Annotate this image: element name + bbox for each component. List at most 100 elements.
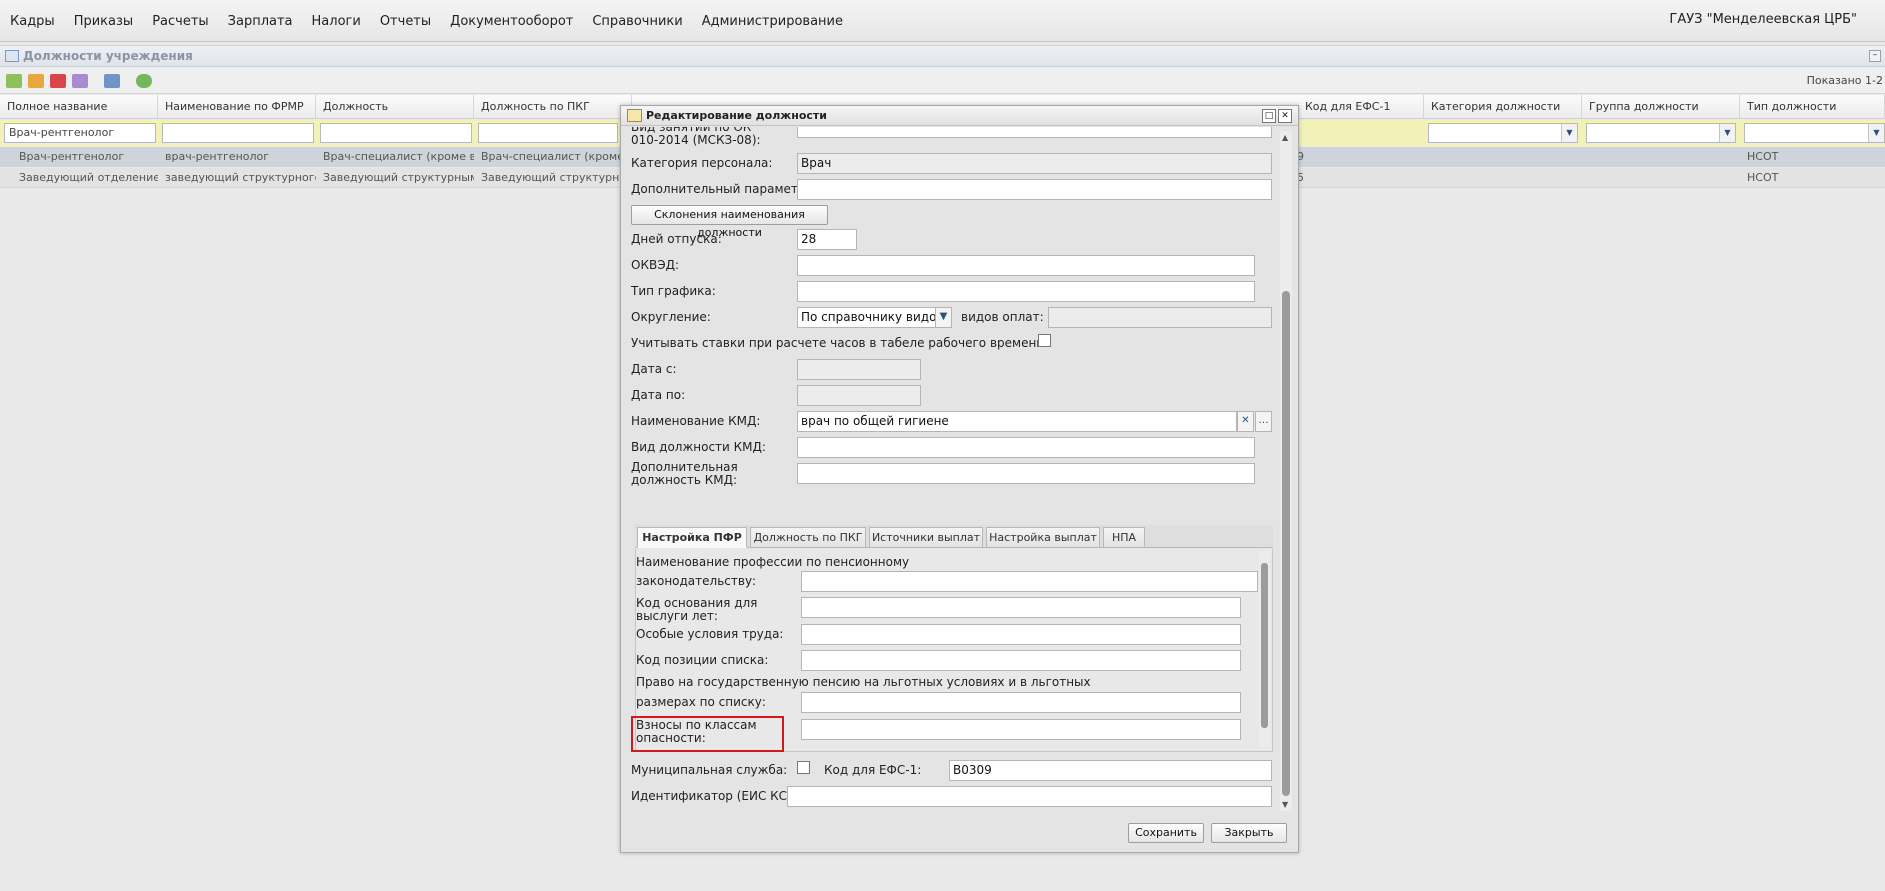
profession-field[interactable]: [801, 571, 1258, 592]
close-button[interactable]: Закрыть: [1211, 823, 1287, 843]
menu-item-raschety[interactable]: Расчеты: [145, 14, 215, 29]
column-header[interactable]: Наименование по ФРМР: [158, 95, 316, 119]
tab-payment-sources[interactable]: Источники выплат: [869, 527, 983, 548]
declension-button[interactable]: Склонения наименования должности: [631, 205, 828, 239]
okved-field[interactable]: …: [797, 255, 1255, 276]
ellipsis-icon[interactable]: …: [1240, 624, 1241, 645]
cell-type: НСОТ: [1747, 171, 1779, 184]
kmd-name-field[interactable]: врач по общей гигиене: [797, 411, 1237, 432]
column-header[interactable]: Категория должности: [1424, 95, 1582, 119]
hazard-class-field[interactable]: …: [801, 719, 1241, 740]
menu-item-otchety[interactable]: Отчеты: [373, 14, 438, 29]
date-from-field[interactable]: [797, 359, 921, 380]
ellipsis-icon[interactable]: …: [1240, 597, 1241, 618]
maximize-icon[interactable]: □: [1262, 109, 1276, 123]
refresh-icon[interactable]: [136, 74, 152, 88]
extra-param-field[interactable]: [797, 179, 1272, 200]
chevron-down-icon[interactable]: ▼: [1719, 124, 1735, 142]
scroll-down-icon[interactable]: ▼: [1282, 800, 1288, 809]
actions-menu-icon[interactable]: [72, 74, 88, 88]
ellipsis-icon[interactable]: …: [1254, 281, 1255, 302]
schedule-type-field[interactable]: …: [797, 281, 1255, 302]
print-menu-icon[interactable]: [104, 74, 120, 88]
delete-icon[interactable]: [50, 74, 66, 88]
kmd-extra-field[interactable]: …: [797, 463, 1255, 484]
efs-code-field[interactable]: В0309: [949, 760, 1272, 781]
filter-frmr[interactable]: [162, 123, 314, 143]
okved-label: ОКВЭД:: [631, 258, 679, 272]
special-conditions-field[interactable]: …: [801, 624, 1241, 645]
scrollbar-thumb[interactable]: [1282, 291, 1290, 796]
rates-label: Учитывать ставки при расчете часов в таб…: [631, 336, 1049, 350]
chevron-down-icon[interactable]: ▼: [1868, 124, 1884, 142]
chevron-down-icon[interactable]: ▼: [1561, 124, 1577, 142]
rates-checkbox[interactable]: [1038, 334, 1051, 347]
date-to-label: Дата по:: [631, 388, 686, 402]
tab-pkg-position[interactable]: Должность по ПКГ: [750, 527, 866, 548]
vacation-days-field[interactable]: 28: [797, 229, 857, 250]
ellipsis-icon[interactable]: …: [1254, 463, 1255, 484]
ellipsis-icon[interactable]: …: [1254, 437, 1255, 458]
menu-item-kadry[interactable]: Кадры: [3, 14, 62, 29]
chevron-down-icon[interactable]: ▼: [935, 307, 952, 328]
tab-scrollbar[interactable]: [1259, 551, 1270, 747]
menu-item-prikazy[interactable]: Приказы: [67, 14, 140, 29]
filter-pkg[interactable]: [478, 123, 618, 143]
date-to-field[interactable]: [797, 385, 921, 406]
service-code-field[interactable]: …: [801, 597, 1241, 618]
municipal-service-checkbox[interactable]: [797, 761, 810, 774]
dialog-scrollbar[interactable]: ▲ ▼: [1280, 131, 1292, 811]
clear-icon[interactable]: ✕: [1237, 411, 1254, 432]
minimize-icon[interactable]: –: [1869, 50, 1881, 62]
kmd-type-field[interactable]: …: [797, 437, 1255, 458]
ellipsis-icon[interactable]: …: [1240, 719, 1241, 740]
position-code-field[interactable]: …: [801, 650, 1241, 671]
filter-type[interactable]: ▼: [1744, 123, 1885, 143]
menu-item-nalogi[interactable]: Налоги: [305, 14, 368, 29]
menu-item-admin[interactable]: Администрирование: [695, 14, 850, 29]
column-header[interactable]: Должность по ПКГ: [474, 95, 632, 119]
profession-label-line2: законодательству:: [636, 574, 757, 588]
add-icon[interactable]: [6, 74, 22, 88]
close-icon[interactable]: ✕: [1278, 109, 1292, 123]
cell-type: НСОТ: [1747, 150, 1779, 163]
scroll-up-icon[interactable]: ▲: [1282, 133, 1288, 142]
pension-right-select[interactable]: ▼: [801, 692, 1241, 713]
tab-payment-settings[interactable]: Настройка выплат: [986, 527, 1100, 548]
column-header[interactable]: Должность: [316, 95, 474, 119]
scrollbar-thumb[interactable]: [1261, 563, 1268, 728]
menu-item-zarplata[interactable]: Зарплата: [221, 14, 300, 29]
occupation-type-field[interactable]: [797, 127, 1272, 138]
dialog-title-bar[interactable]: Редактирование должности □ ✕: [621, 106, 1298, 126]
column-header[interactable]: Код для ЕФС-1: [1298, 95, 1424, 119]
column-header[interactable]: Полное название: [0, 95, 158, 119]
menu-item-documents[interactable]: Документооборот: [443, 14, 580, 29]
filter-category[interactable]: ▼: [1428, 123, 1578, 143]
column-header[interactable]: Тип должности: [1740, 95, 1885, 119]
edit-icon[interactable]: [28, 74, 44, 88]
ellipsis-icon[interactable]: …: [1254, 255, 1255, 276]
menu-item-reference[interactable]: Справочники: [585, 14, 689, 29]
chevron-down-icon[interactable]: ▼: [1240, 692, 1241, 713]
tab-pfr-settings[interactable]: Настройка ПФР: [637, 527, 747, 548]
municipal-service-label: Муниципальная служба:: [631, 763, 788, 777]
tab-npa[interactable]: НПА: [1103, 527, 1145, 548]
filter-group[interactable]: ▼: [1586, 123, 1736, 143]
ellipsis-icon[interactable]: …: [1240, 650, 1241, 671]
edit-position-dialog: Редактирование должности □ ✕ Вид занятий…: [620, 105, 1299, 853]
filter-position[interactable]: [320, 123, 472, 143]
rounding-select[interactable]: По справочнику видов о: [797, 307, 937, 328]
pay-types-field[interactable]: [1048, 307, 1272, 328]
cell-position: Заведующий структурным ...: [323, 171, 474, 184]
column-header[interactable]: Группа должности: [1582, 95, 1740, 119]
filter-full-name[interactable]: Врач-рентгенолог: [4, 123, 156, 143]
dialog-body: Вид занятий по ОК 010-2014 (МСКЗ-08): Ка…: [621, 127, 1298, 817]
eis-id-field[interactable]: [787, 786, 1272, 807]
staff-category-field[interactable]: Врач: [797, 153, 1272, 174]
save-button[interactable]: Сохранить: [1128, 823, 1204, 843]
position-code-label: Код позиции списка:: [636, 653, 769, 667]
cell-pkg: Заведующий структурным ...: [481, 171, 620, 184]
schedule-type-label: Тип графика:: [631, 284, 716, 298]
cell-frmr: заведующий структурного ...: [165, 171, 316, 184]
ellipsis-icon[interactable]: …: [1255, 411, 1272, 432]
